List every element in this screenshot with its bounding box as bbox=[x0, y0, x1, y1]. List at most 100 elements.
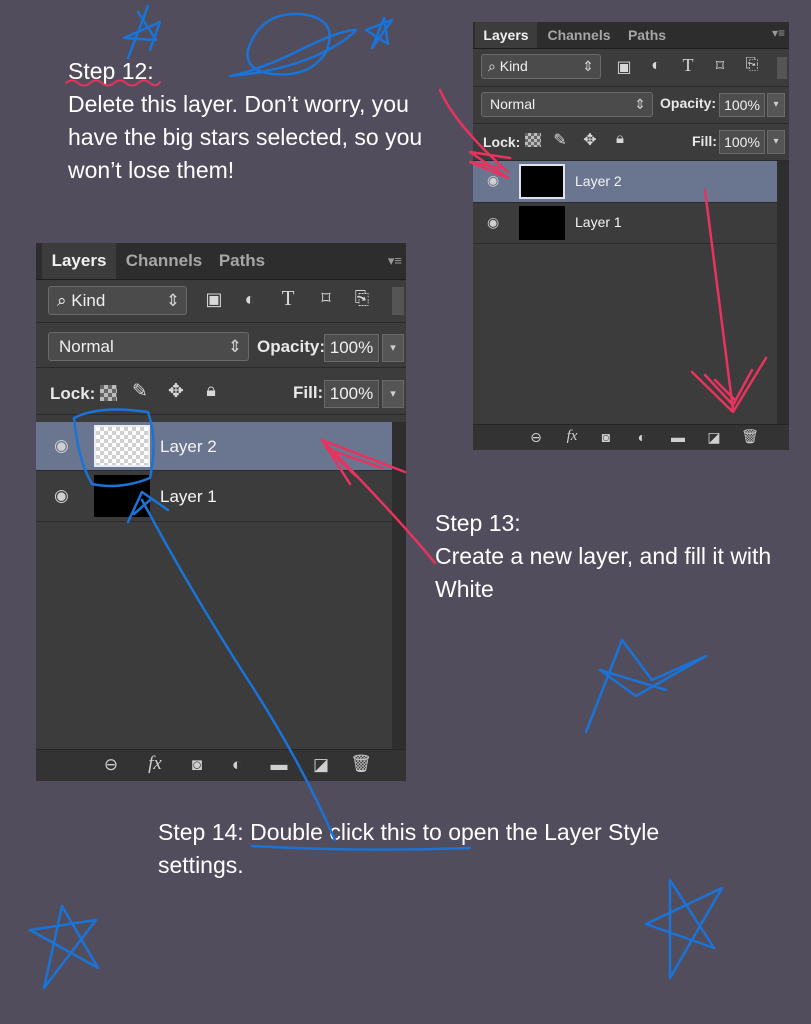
filter-kind-select[interactable]: ⌕ Kind ⇕ bbox=[481, 54, 601, 79]
layer-name[interactable]: Layer 1 bbox=[575, 214, 622, 230]
adjustment-icon[interactable]: ◐ bbox=[629, 429, 655, 445]
fill-input[interactable]: 100% bbox=[324, 380, 379, 408]
step-13-text: Create a new layer, and fill it with Whi… bbox=[435, 543, 772, 602]
trash-icon[interactable]: 🗑︎ bbox=[346, 754, 376, 774]
stepper-icon: ⇕ bbox=[165, 291, 180, 310]
tab-channels[interactable]: Channels bbox=[539, 22, 619, 48]
shape-filter-icon[interactable]: ⌑ bbox=[314, 288, 338, 309]
tab-layers[interactable]: Layers bbox=[475, 22, 537, 48]
opacity-dropdown[interactable]: ▾ bbox=[767, 93, 785, 117]
type-filter-icon[interactable]: T bbox=[276, 286, 300, 311]
opacity-input[interactable]: 100% bbox=[719, 93, 765, 117]
step-12-text: Delete this layer. Don’t worry, you have… bbox=[68, 91, 423, 183]
tab-paths[interactable]: Paths bbox=[212, 243, 272, 279]
layer-name[interactable]: Layer 1 bbox=[160, 487, 217, 507]
lock-transparent-icon[interactable] bbox=[525, 133, 541, 147]
scrollbar[interactable] bbox=[777, 161, 789, 424]
trash-icon[interactable]: 🗑︎ bbox=[737, 428, 763, 445]
filter-toggle[interactable] bbox=[392, 287, 404, 315]
layer-name[interactable]: Layer 2 bbox=[575, 173, 622, 189]
adjustment-filter-icon[interactable]: ◐ bbox=[645, 57, 667, 75]
visibility-eye-icon[interactable]: ◉ bbox=[54, 486, 69, 506]
link-icon[interactable]: ⊖ bbox=[96, 755, 126, 775]
lock-transparent-icon[interactable] bbox=[100, 385, 117, 401]
step-14-highlight: Double click this to bbox=[250, 819, 442, 845]
opacity-input[interactable]: 100% bbox=[324, 334, 379, 362]
group-folder-icon[interactable]: ▬ bbox=[264, 755, 294, 775]
shape-filter-icon[interactable]: ⌑ bbox=[709, 56, 731, 76]
blend-row: Normal ⇕ Opacity: 100% ▾ bbox=[36, 323, 406, 368]
step-14-note: Step 14: Double click this to open the L… bbox=[158, 816, 718, 882]
new-layer-icon[interactable]: ◪ bbox=[701, 429, 727, 446]
layers-panel-large: Layers Channels Paths ▾≡ ⌕ Kind ⇕ ▣ ◐ T … bbox=[36, 243, 406, 781]
visibility-eye-icon[interactable]: ◉ bbox=[54, 436, 69, 456]
step-13-note: Step 13: Create a new layer, and fill it… bbox=[435, 507, 785, 606]
star-doodle-top-left bbox=[122, 4, 162, 60]
opacity-label: Opacity: bbox=[660, 95, 717, 111]
fill-label: Fill: bbox=[293, 383, 324, 402]
lock-brush-icon[interactable]: ✎ bbox=[128, 380, 152, 403]
star-doodle-bottom-right bbox=[644, 878, 724, 980]
tab-channels[interactable]: Channels bbox=[118, 243, 210, 279]
layer-row-layer-1[interactable]: ◉ Layer 1 bbox=[473, 203, 777, 244]
mask-icon[interactable]: ◙ bbox=[182, 755, 212, 775]
smart-object-filter-icon[interactable]: ⎘ bbox=[741, 56, 763, 74]
blend-mode-value: Normal bbox=[59, 337, 114, 356]
lock-all-icon[interactable]: 🔒︎ bbox=[609, 130, 631, 147]
lock-brush-icon[interactable]: ✎ bbox=[549, 130, 571, 150]
filter-kind-select[interactable]: ⌕ Kind ⇕ bbox=[48, 286, 187, 315]
panel-menu-icon[interactable]: ▾≡ bbox=[388, 253, 402, 269]
lock-row: Lock: ✎ ✥ 🔒︎ Fill: 100% ▾ bbox=[473, 124, 789, 161]
fx-icon[interactable]: fx bbox=[140, 753, 170, 775]
layer-name[interactable]: Layer 2 bbox=[160, 437, 217, 457]
fx-icon[interactable]: fx bbox=[559, 428, 585, 445]
step-13-title: Step 13: bbox=[435, 510, 521, 536]
layers-panel-small: Layers Channels Paths ▾≡ ⌕ Kind ⇕ ▣ ◐ T … bbox=[473, 22, 789, 450]
blend-mode-value: Normal bbox=[490, 96, 536, 112]
blend-mode-select[interactable]: Normal ⇕ bbox=[481, 92, 653, 117]
lock-position-icon[interactable]: ✥ bbox=[579, 130, 601, 150]
image-filter-icon[interactable]: ▣ bbox=[613, 57, 635, 77]
adjustment-icon[interactable]: ◐ bbox=[222, 755, 252, 775]
link-icon[interactable]: ⊖ bbox=[523, 429, 549, 446]
panel-tabs: Layers Channels Paths ▾≡ bbox=[473, 22, 789, 49]
type-filter-icon[interactable]: T bbox=[677, 55, 699, 76]
layer-thumbnail[interactable] bbox=[94, 475, 150, 517]
lock-all-icon[interactable]: 🔒︎ bbox=[199, 380, 223, 401]
opacity-label: Opacity: bbox=[257, 337, 326, 356]
visibility-eye-icon[interactable]: ◉ bbox=[487, 172, 499, 189]
layer-row-layer-2[interactable]: ◉ Layer 2 bbox=[473, 161, 777, 203]
filter-toggle[interactable] bbox=[777, 57, 787, 79]
lock-label: Lock: bbox=[483, 134, 521, 150]
star-doodle-bottom-left bbox=[28, 904, 100, 990]
adjustment-filter-icon[interactable]: ◐ bbox=[238, 289, 262, 310]
layer-row-layer-2[interactable]: ◉ Layer 2 bbox=[36, 422, 392, 471]
tab-layers[interactable]: Layers bbox=[42, 243, 116, 279]
opacity-dropdown[interactable]: ▾ bbox=[382, 334, 404, 362]
fill-dropdown[interactable]: ▾ bbox=[382, 380, 404, 408]
fill-dropdown[interactable]: ▾ bbox=[767, 130, 785, 154]
tab-paths[interactable]: Paths bbox=[621, 22, 673, 48]
visibility-eye-icon[interactable]: ◉ bbox=[487, 214, 499, 231]
layer-row-layer-1[interactable]: ◉ Layer 1 bbox=[36, 471, 392, 522]
lock-label: Lock: bbox=[50, 384, 96, 403]
layer-thumbnail[interactable] bbox=[519, 164, 565, 199]
star-doodle-right bbox=[584, 638, 708, 734]
layer-thumbnail[interactable] bbox=[94, 425, 150, 467]
lock-position-icon[interactable]: ✥ bbox=[164, 380, 188, 403]
group-folder-icon[interactable]: ▬ bbox=[665, 429, 691, 445]
new-layer-icon[interactable]: ◪ bbox=[306, 755, 336, 775]
fill-label: Fill: bbox=[692, 133, 717, 149]
layer-thumbnail[interactable] bbox=[519, 206, 565, 240]
mask-icon[interactable]: ◙ bbox=[593, 429, 619, 445]
blend-mode-select[interactable]: Normal ⇕ bbox=[48, 332, 249, 361]
stepper-icon: ⇕ bbox=[634, 96, 646, 112]
filter-kind-label: Kind bbox=[71, 291, 106, 310]
filter-row: ⌕ Kind ⇕ ▣ ◐ T ⌑ ⎘ bbox=[473, 49, 789, 87]
filter-row: ⌕ Kind ⇕ ▣ ◐ T ⌑ ⎘ bbox=[36, 280, 406, 323]
panel-menu-icon[interactable]: ▾≡ bbox=[772, 26, 785, 40]
fill-input[interactable]: 100% bbox=[719, 130, 765, 154]
smart-object-filter-icon[interactable]: ⎘ bbox=[350, 288, 374, 309]
image-filter-icon[interactable]: ▣ bbox=[202, 289, 226, 310]
scrollbar[interactable] bbox=[392, 422, 406, 749]
